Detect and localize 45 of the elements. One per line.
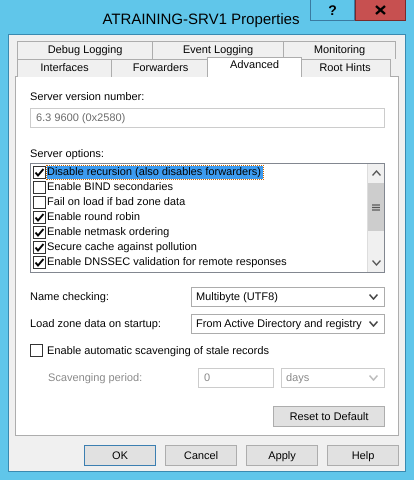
caret-icon — [369, 321, 378, 327]
dialog-button[interactable]: Apply — [246, 445, 318, 466]
field-label: Server options: — [30, 148, 105, 160]
checkbox[interactable] — [33, 256, 46, 269]
help-button[interactable]: ? — [310, 0, 355, 21]
option-item[interactable]: Enable netmask ordering — [47, 226, 172, 239]
scroll-up-icon[interactable] — [372, 170, 380, 176]
tab[interactable]: Forwarders — [111, 59, 210, 77]
field-label: Load zone data on startup: — [30, 318, 162, 330]
option-item[interactable]: Disable recursion (also disables forwarders) — [47, 166, 263, 179]
field-label: Server version number: — [30, 91, 146, 103]
checkbox[interactable] — [33, 181, 46, 194]
checkbox[interactable] — [33, 166, 46, 179]
option-item[interactable]: Fail on load if bad zone data — [47, 196, 188, 209]
tab[interactable]: Monitoring — [283, 41, 396, 59]
caret-icon — [369, 294, 378, 300]
tab[interactable]: Root Hints — [299, 59, 391, 77]
dropdown[interactable]: From Active Directory and registry — [191, 314, 385, 334]
dialog-button[interactable]: Help — [327, 445, 399, 466]
tab[interactable]: Interfaces — [17, 59, 112, 77]
field-label: Name checking: — [30, 291, 110, 303]
dialog-button[interactable]: OK — [84, 445, 156, 466]
checkbox[interactable] — [33, 211, 46, 224]
scroll-thumb[interactable] — [368, 183, 384, 231]
field-label: Scavenging period: — [48, 372, 144, 384]
option-item[interactable]: Enable round robin — [47, 211, 142, 224]
scrollbar[interactable] — [367, 164, 384, 272]
tab[interactable]: Debug Logging — [17, 41, 153, 59]
grip-icon — [372, 204, 380, 210]
option-item[interactable]: Enable DNSSEC validation for remote responses — [47, 256, 289, 269]
caret-icon — [369, 375, 378, 381]
dropdown[interactable]: Multibyte (UTF8) — [191, 287, 385, 307]
dialog-button[interactable]: Cancel — [165, 445, 237, 466]
checkbox[interactable] — [33, 196, 46, 209]
version-field: 6.3 9600 (0x2580) — [30, 108, 385, 128]
tab[interactable]: Advanced — [207, 57, 302, 77]
checkbox[interactable] — [33, 241, 46, 254]
reset-button[interactable]: Reset to Default — [273, 406, 385, 427]
window-title: ATRAINING-SRV1 Properties — [102, 10, 300, 28]
checkbox[interactable] — [33, 226, 46, 239]
close-button[interactable] — [355, 0, 406, 21]
scroll-down-icon[interactable] — [372, 260, 380, 266]
option-item[interactable]: Enable BIND secondaries — [47, 181, 175, 194]
close-icon — [375, 5, 386, 15]
option-item[interactable]: Secure cache against pollution — [47, 241, 199, 254]
